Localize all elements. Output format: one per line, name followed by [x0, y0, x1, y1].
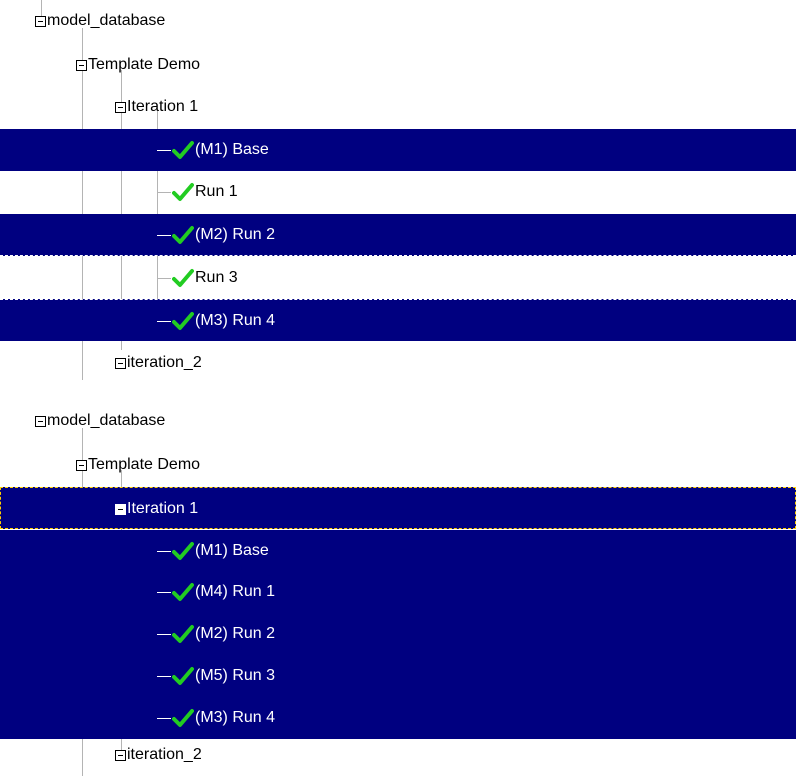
- checkmark-icon: [172, 269, 194, 287]
- checkmark-icon: [172, 226, 194, 244]
- collapse-minus-icon[interactable]: [76, 459, 87, 471]
- node-label: model_database: [47, 412, 166, 429]
- node-label: Template Demo: [88, 56, 201, 73]
- checkmark-icon: [172, 625, 194, 643]
- collapse-minus-icon[interactable]: [35, 415, 46, 427]
- collapse-minus-icon[interactable]: [115, 749, 126, 761]
- node-label: (M2) Run 2: [195, 226, 276, 243]
- checkmark-icon: [172, 312, 194, 330]
- node-label: (M5) Run 3: [195, 667, 276, 684]
- checkmark-icon: [172, 141, 194, 159]
- node-label: Iteration 1: [127, 98, 199, 115]
- checkmark-icon: [172, 542, 194, 560]
- node-label: model_database: [47, 12, 166, 29]
- collapse-minus-icon[interactable]: [115, 503, 126, 515]
- tree-view-2: model_database Template Demo Iteration 1…: [0, 400, 796, 776]
- node-label: Run 1: [195, 183, 238, 200]
- tree-node-run[interactable]: (M3) Run 4: [0, 697, 796, 739]
- node-label: Run 3: [195, 269, 238, 286]
- tree-node-root[interactable]: model_database: [0, 0, 796, 42]
- tree-node-run[interactable]: (M2) Run 2: [0, 214, 796, 256]
- checkmark-icon: [172, 709, 194, 727]
- tree-node-project[interactable]: Template Demo: [0, 444, 796, 486]
- tree-node-run[interactable]: (M4) Run 1: [0, 571, 796, 613]
- collapse-minus-icon[interactable]: [35, 15, 46, 27]
- tree-node-root[interactable]: model_database: [0, 400, 796, 442]
- node-label: (M3) Run 4: [195, 709, 276, 726]
- tree-node-run[interactable]: Run 1: [0, 171, 796, 213]
- node-label: (M2) Run 2: [195, 625, 276, 642]
- tree-node-run[interactable]: Run 3: [0, 257, 796, 299]
- tree-node-run[interactable]: (M5) Run 3: [0, 655, 796, 697]
- tree-node-iteration-1[interactable]: Iteration 1: [0, 487, 796, 529]
- node-label: (M1) Base: [195, 141, 269, 158]
- node-label: (M4) Run 1: [195, 583, 276, 600]
- checkmark-icon: [172, 183, 194, 201]
- node-label: Template Demo: [88, 456, 201, 473]
- node-label: (M3) Run 4: [195, 312, 276, 329]
- checkmark-icon: [172, 583, 194, 601]
- tree-node-run[interactable]: (M1) Base: [0, 530, 796, 572]
- tree-node-run[interactable]: (M3) Run 4: [0, 299, 796, 341]
- checkmark-icon: [172, 667, 194, 685]
- node-label: iteration_2: [127, 354, 202, 371]
- tree-node-project[interactable]: Template Demo: [0, 44, 796, 86]
- tree-node-iteration-2[interactable]: iteration_2: [0, 734, 796, 776]
- tree-node-iteration-1[interactable]: Iteration 1: [0, 86, 796, 128]
- tree-node-run[interactable]: (M2) Run 2: [0, 613, 796, 655]
- collapse-minus-icon[interactable]: [76, 59, 87, 71]
- tree-view-1: model_database Template Demo Iteration 1…: [0, 0, 796, 388]
- node-label: iteration_2: [127, 746, 202, 763]
- collapse-minus-icon[interactable]: [115, 357, 126, 369]
- tree-node-iteration-2[interactable]: iteration_2: [0, 342, 796, 384]
- node-label: (M1) Base: [195, 542, 269, 559]
- tree-node-run[interactable]: (M1) Base: [0, 129, 796, 171]
- node-label: Iteration 1: [127, 500, 199, 517]
- collapse-minus-icon[interactable]: [115, 101, 126, 113]
